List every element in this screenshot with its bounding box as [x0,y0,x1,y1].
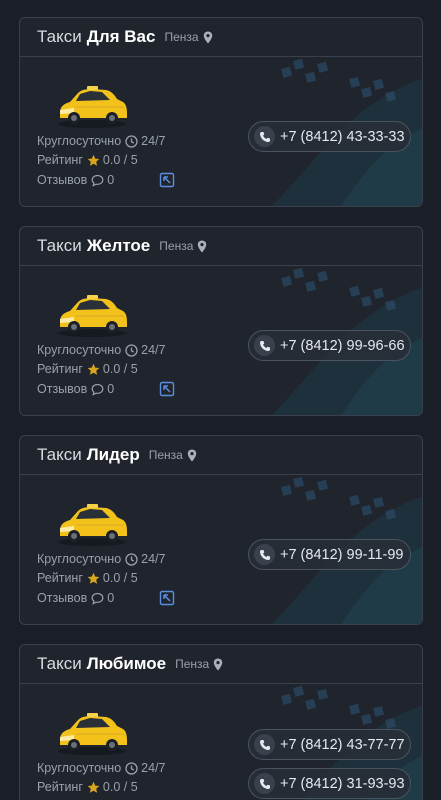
card-header[interactable]: Такси Для Вас Пенза [20,18,422,57]
reviews-count: 0 [107,173,115,187]
map-pin-icon [203,31,212,43]
rating-row: Рейтинг 0.0 / 5 [37,779,138,795]
star-icon [87,154,100,166]
phone-icon [254,126,275,147]
taxi-name[interactable]: Для Вас [87,27,156,47]
taxi-name[interactable]: Лидер [87,445,140,465]
rating-value: 0.0 / 5 [102,571,138,585]
rating-label: Рейтинг [37,780,83,794]
city-label: Пенза [159,239,194,253]
external-link-icon[interactable] [159,381,175,397]
phone-number: +7 (8412) 99-96-66 [280,337,405,354]
hours-value: 24/7 [141,134,166,148]
rating-value: 0.0 / 5 [102,362,138,376]
map-pin-icon [187,449,197,461]
rating-label: Рейтинг [37,362,83,376]
clock-icon [125,552,138,566]
taxi-card[interactable]: Такси Для Вас Пенза Круглосуточно 24/7 Р… [19,17,423,207]
card-header[interactable]: Такси Любимое Пенза [20,645,422,684]
card-header[interactable]: Такси Желтое Пенза [20,227,422,266]
reviews-row: Отзывов 0 [37,172,114,188]
taxi-car-image [58,504,127,546]
speech-bubble-icon [91,383,104,396]
clock-icon [125,761,138,775]
external-link-icon[interactable] [159,172,175,188]
hours-value: 24/7 [141,761,166,775]
phone-number: +7 (8412) 43-33-33 [280,128,405,145]
taxi-card[interactable]: Такси Желтое Пенза Круглосуточно 24/7 Ре… [19,226,423,416]
taxi-list-page: Такси Для Вас Пенза Круглосуточно 24/7 Р… [0,0,441,800]
rating-label: Рейтинг [37,153,83,167]
rating-row: Рейтинг 0.0 / 5 [37,570,138,586]
speech-bubble-icon [91,174,104,187]
reviews-label: Отзывов [37,591,88,605]
hours-row: Круглосуточно 24/7 [37,133,166,149]
city-label: Пенза [175,657,210,671]
clock-icon [125,134,138,148]
star-icon [87,572,100,584]
taxi-title-prefix: Такси [37,27,82,46]
rating-row: Рейтинг 0.0 / 5 [37,152,138,168]
phone-number: +7 (8412) 99-11-99 [280,546,404,563]
call-button[interactable]: +7 (8412) 99-11-99 [248,539,411,570]
phone-icon [254,544,275,565]
star-icon [87,781,100,793]
speech-bubble-icon [91,592,104,605]
map-pin-icon [198,240,207,252]
hours-row: Круглосуточно 24/7 [37,760,166,776]
call-button[interactable]: +7 (8412) 99-96-66 [248,330,411,361]
hours-value: 24/7 [141,552,166,566]
hours-row: Круглосуточно 24/7 [37,551,166,567]
taxi-car-image [58,86,127,128]
hours-label: Круглосуточно [37,134,122,148]
taxi-title-prefix: Такси [37,654,82,673]
city-label: Пенза [148,448,183,462]
phone-icon [254,773,275,794]
hours-label: Круглосуточно [37,343,122,357]
external-link-icon[interactable] [159,590,175,606]
clock-icon [125,343,138,357]
reviews-row: Отзывов 0 [37,590,114,606]
hours-label: Круглосуточно [37,761,122,775]
call-button[interactable]: +7 (8412) 43-33-33 [248,121,411,152]
rating-label: Рейтинг [37,571,83,585]
taxi-name[interactable]: Любимое [87,654,166,674]
call-button[interactable]: +7 (8412) 43-77-77 [248,729,411,760]
star-icon [87,363,100,375]
reviews-row: Отзывов 0 [37,381,114,397]
taxi-card[interactable]: Такси Лидер Пенза Круглосуточно 24/7 Рей… [19,435,423,625]
hours-value: 24/7 [141,343,166,357]
rating-row: Рейтинг 0.0 / 5 [37,361,138,377]
call-button[interactable]: +7 (8412) 31-93-93 [248,768,411,799]
taxi-title-prefix: Такси [37,236,82,255]
phone-icon [254,335,275,356]
rating-value: 0.0 / 5 [102,153,138,167]
phone-number: +7 (8412) 43-77-77 [280,736,405,753]
taxi-car-image [58,713,127,755]
map-pin-icon [213,658,223,670]
taxi-name[interactable]: Желтое [87,236,151,256]
reviews-count: 0 [107,382,115,396]
hours-label: Круглосуточно [37,552,122,566]
card-header[interactable]: Такси Лидер Пенза [20,436,422,475]
phone-number: +7 (8412) 31-93-93 [280,775,405,792]
city-label: Пенза [164,30,199,44]
hours-row: Круглосуточно 24/7 [37,342,166,358]
taxi-title-prefix: Такси [37,445,82,464]
reviews-label: Отзывов [37,382,88,396]
taxi-card[interactable]: Такси Любимое Пенза Круглосуточно 24/7 Р… [19,644,423,800]
reviews-label: Отзывов [37,173,88,187]
reviews-count: 0 [107,591,115,605]
rating-value: 0.0 / 5 [102,780,138,794]
phone-icon [254,734,275,755]
taxi-car-image [58,295,127,337]
